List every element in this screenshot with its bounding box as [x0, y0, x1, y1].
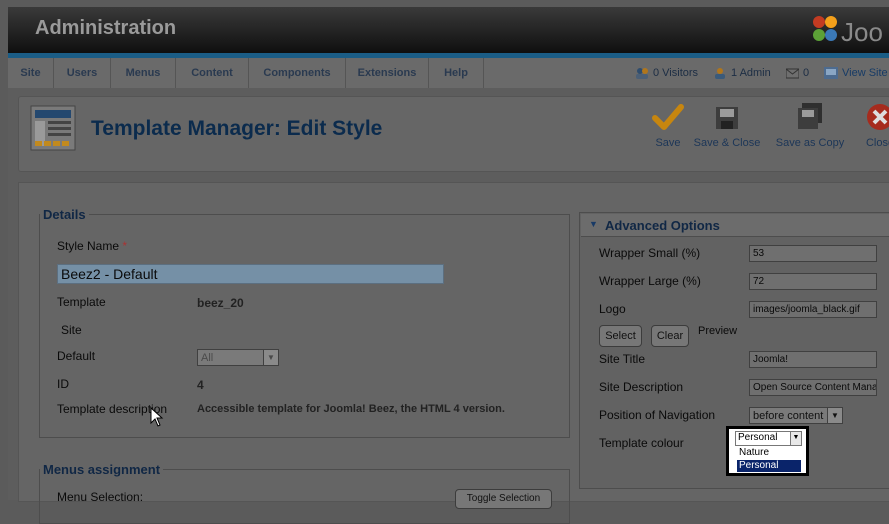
view-site-icon	[824, 67, 838, 80]
save-copy-icon	[798, 103, 822, 129]
navigation-position-select[interactable]: before content ▼	[749, 407, 843, 424]
menu-extensions[interactable]: Extensions	[346, 58, 429, 88]
default-label: Default	[57, 349, 96, 363]
menu-content[interactable]: Content	[176, 58, 249, 88]
colour-option-nature[interactable]: Nature	[737, 447, 801, 459]
colour-option-personal[interactable]: Personal	[737, 460, 801, 472]
page-title: Template Manager: Edit Style	[91, 117, 383, 140]
mail-icon	[786, 68, 799, 79]
toolbar: Template Manager: Edit Style Save Save &…	[18, 96, 889, 172]
save-copy-button[interactable]: Save as Copy	[774, 101, 846, 149]
messages-status: 0	[786, 58, 809, 88]
close-label: Close	[865, 137, 889, 149]
logo-label: Logo	[599, 302, 626, 316]
mouse-cursor-icon	[150, 407, 164, 427]
template-colour-dropdown[interactable]: Personal ▼ Nature Personal	[726, 426, 809, 476]
admin-count: 1 Admin	[731, 67, 771, 79]
save-copy-label: Save as Copy	[775, 137, 845, 149]
admin-status: 1 Admin	[713, 58, 771, 88]
visitors-status: 0 Visitors	[635, 58, 698, 88]
view-site-link[interactable]: View Site	[824, 58, 888, 88]
style-name-input[interactable]: Beez2 - Default	[57, 264, 444, 284]
details-legend: Details	[43, 207, 86, 222]
save-close-button[interactable]: Save & Close	[693, 101, 761, 149]
template-colour-select[interactable]: Personal ▼	[735, 431, 802, 446]
messages-count: 0	[803, 67, 810, 79]
save-close-label: Save & Close	[693, 137, 761, 149]
admin-title: Administration	[35, 17, 177, 39]
menu-selection-label: Menu Selection:	[57, 490, 144, 504]
site-description-input[interactable]: Open Source Content Management	[749, 379, 877, 396]
main-menu: Site Users Menus Content Components Exte…	[8, 58, 889, 89]
admin-header: Administration Joo	[8, 7, 889, 58]
checkmark-icon	[652, 104, 684, 130]
wrapper-small-input[interactable]: 53	[749, 245, 877, 262]
advanced-options-header[interactable]: ▼ Advanced Options	[581, 214, 889, 237]
default-select-value: All	[201, 352, 214, 364]
template-label: Template	[57, 295, 106, 309]
visitors-count: 0 Visitors	[653, 67, 699, 79]
clear-button[interactable]: Clear	[651, 325, 689, 347]
admin-icon	[715, 68, 725, 80]
chevron-down-icon: ▼	[827, 408, 842, 423]
template-description-value: Accessible template for Joomla! Beez, th…	[197, 403, 505, 415]
navigation-position-value: before content	[753, 410, 824, 422]
wrapper-large-label: Wrapper Large (%)	[599, 274, 701, 288]
save-label: Save	[655, 137, 681, 149]
svg-text:Joo: Joo	[841, 17, 883, 47]
menu-menus[interactable]: Menus	[111, 58, 176, 88]
menu-help[interactable]: Help	[429, 58, 484, 88]
menu-users[interactable]: Users	[54, 58, 111, 88]
advanced-options-title: Advanced Options	[605, 218, 720, 233]
joomla-logo: Joo	[813, 16, 883, 47]
site-label: Site	[61, 323, 82, 337]
site-description-label: Site Description	[599, 380, 684, 394]
menu-components[interactable]: Components	[249, 58, 346, 88]
id-label: ID	[57, 377, 69, 391]
floppy-disk-icon	[716, 107, 738, 129]
site-title-label: Site Title	[599, 352, 646, 366]
template-manager-icon	[30, 105, 76, 151]
site-title-input[interactable]: Joomla!	[749, 351, 877, 368]
template-colour-selected: Personal	[738, 432, 778, 443]
close-icon	[867, 104, 889, 130]
preview-label: Preview	[698, 325, 738, 337]
chevron-down-icon: ▼	[263, 350, 278, 365]
required-star: *	[122, 239, 128, 253]
id-value: 4	[197, 378, 204, 392]
collapse-arrow-icon: ▼	[589, 219, 598, 229]
wrapper-large-input[interactable]: 72	[749, 273, 877, 290]
default-select[interactable]: All ▼	[197, 349, 279, 366]
style-name-text: Style Name	[57, 239, 120, 253]
style-name-label: Style Name *	[57, 239, 127, 253]
menu-site[interactable]: Site	[8, 58, 54, 88]
navigation-position-label: Position of Navigation	[599, 408, 716, 422]
wrapper-small-label: Wrapper Small (%)	[599, 246, 701, 260]
view-site-label: View Site	[842, 67, 888, 79]
chevron-down-icon: ▼	[790, 432, 801, 445]
select-button[interactable]: Select	[599, 325, 642, 347]
menus-assignment-legend: Menus assignment	[43, 462, 161, 477]
template-value: beez_20	[197, 296, 244, 310]
save-button[interactable]: Save	[646, 101, 690, 149]
logo-input[interactable]: images/joomla_black.gif	[749, 301, 877, 318]
toggle-selection-button[interactable]: Toggle Selection	[455, 489, 552, 509]
close-button[interactable]: Close	[860, 101, 889, 149]
template-colour-label: Template colour	[599, 436, 684, 450]
users-icon	[636, 68, 648, 80]
